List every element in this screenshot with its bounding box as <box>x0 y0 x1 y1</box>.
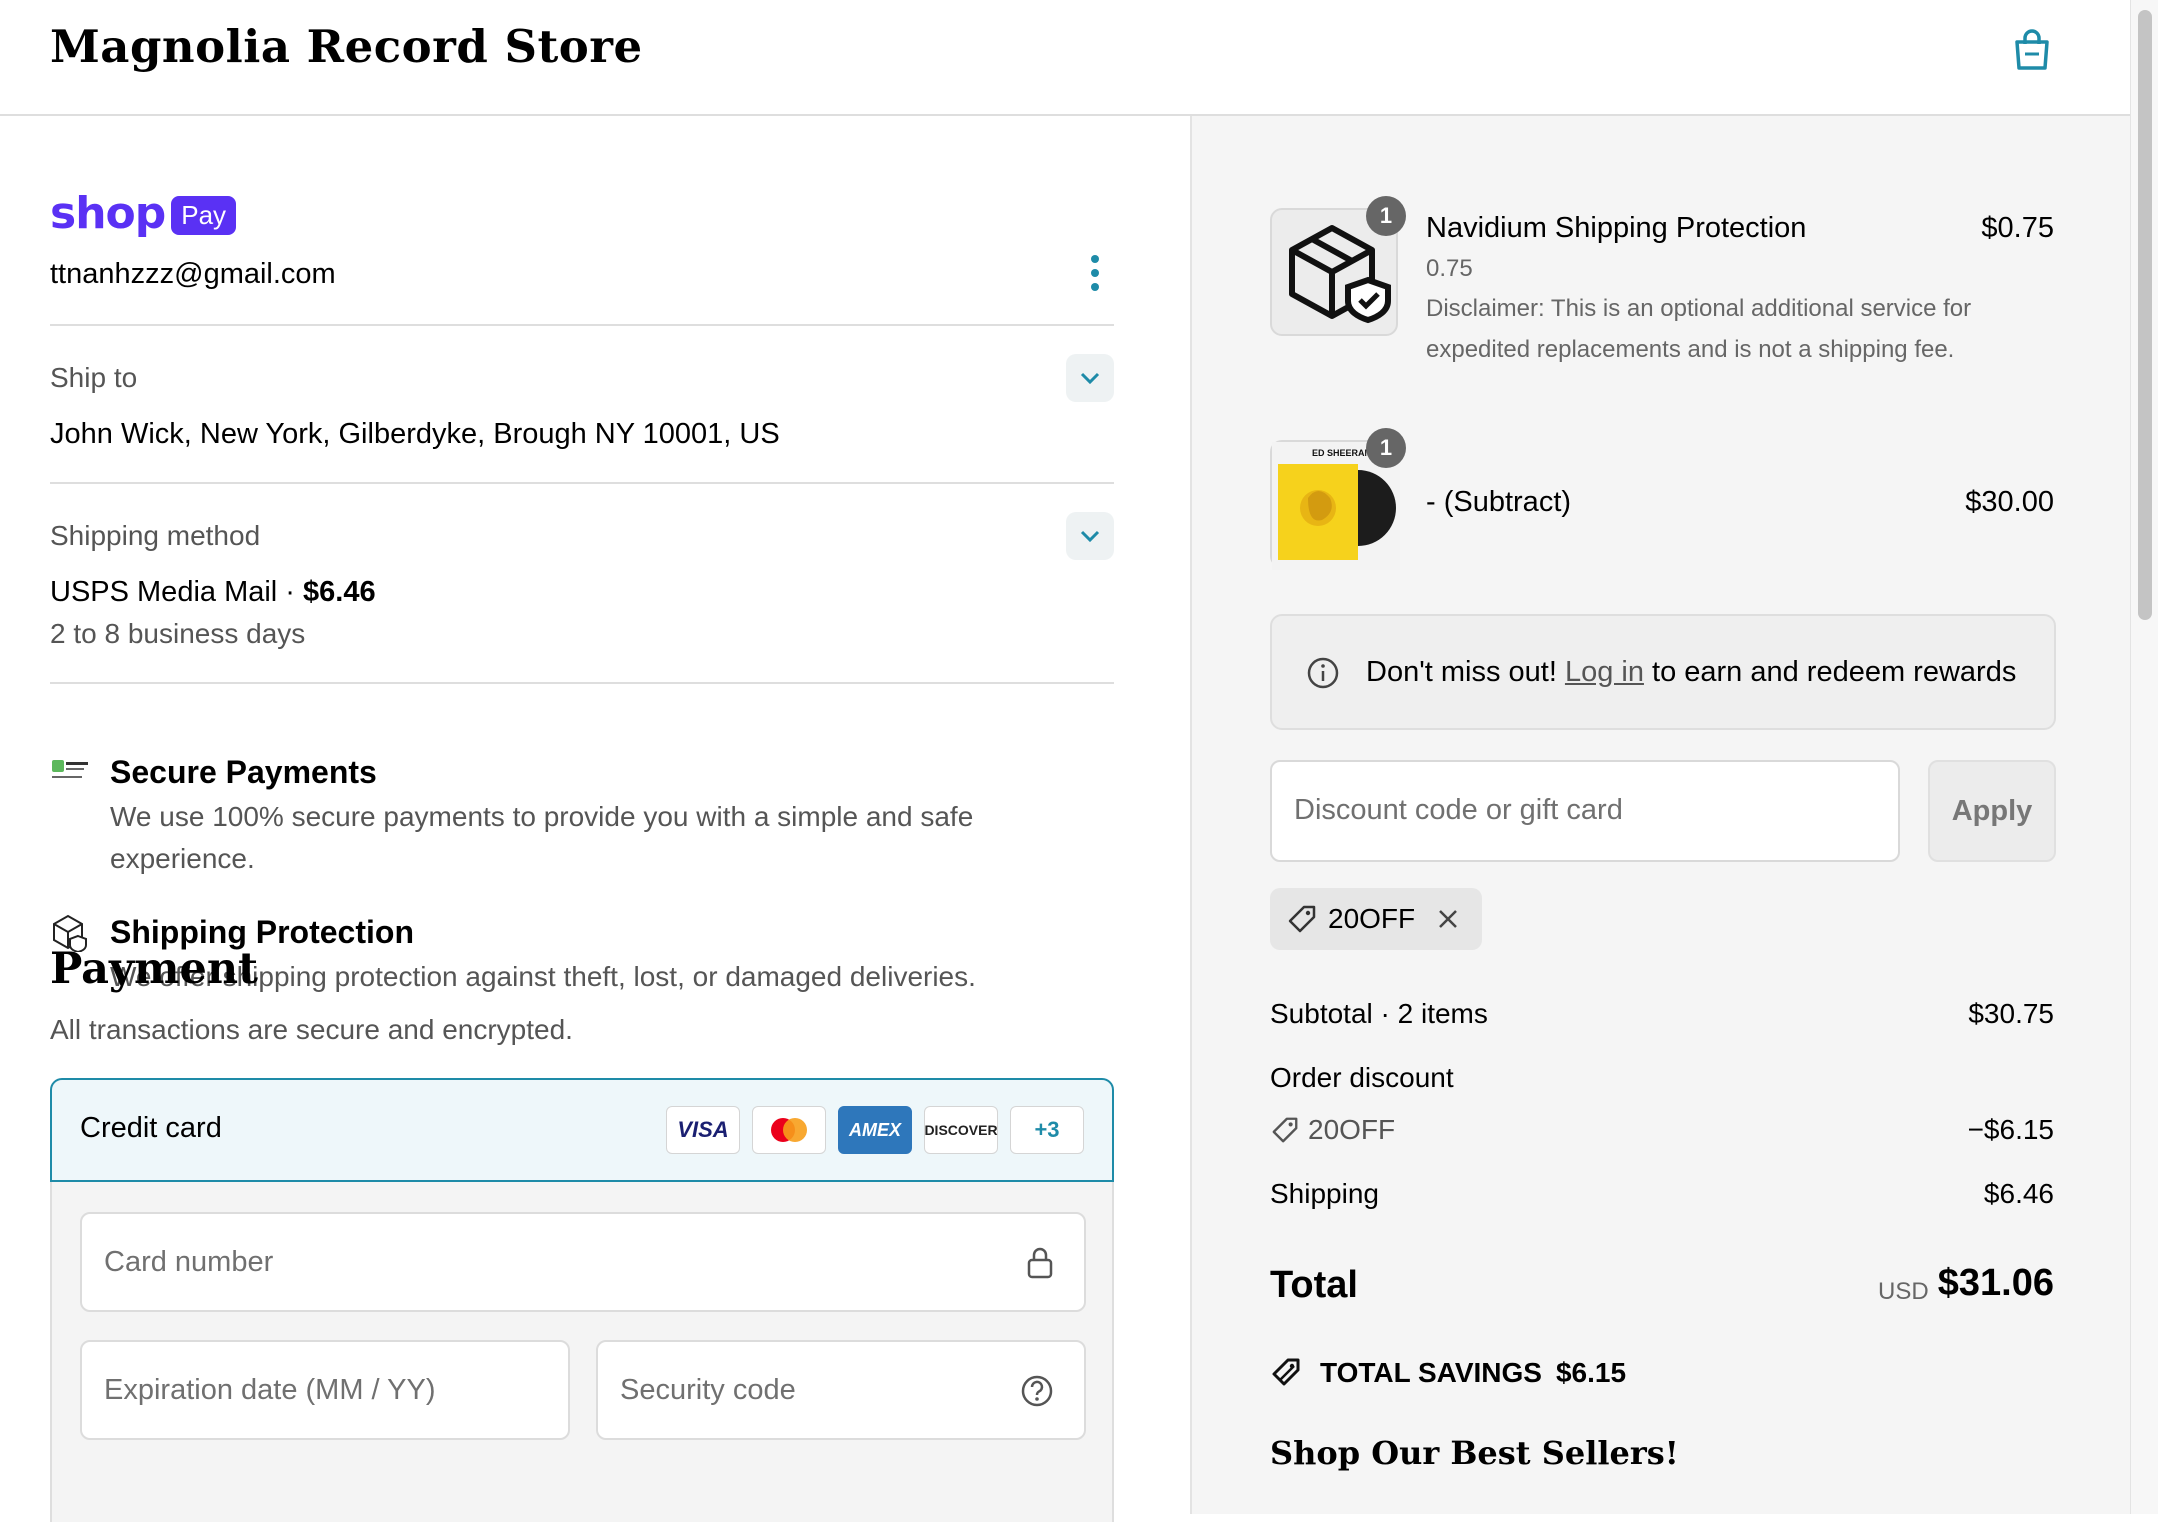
applied-discount-chip: 20OFF <box>1270 888 1482 950</box>
shipping-eta: 2 to 8 business days <box>50 618 306 649</box>
shipping-method-price: $6.46 <box>303 576 376 608</box>
remove-discount-icon[interactable] <box>1435 906 1461 932</box>
expiry-date-field[interactable]: Expiration date (MM / YY) <box>80 1340 570 1440</box>
order-discount-label: Order discount <box>1270 1062 1454 1093</box>
lock-icon <box>1027 1247 1053 1279</box>
subtotal-label: Subtotal · 2 items <box>1270 998 1488 1029</box>
order-summary-column: 1 Navidium Shipping Protection $0.75 0.7… <box>1190 116 2130 1514</box>
credit-card-option[interactable]: Credit card VISA AMEX DISCOVER +3 <box>50 1078 1114 1182</box>
total-savings: TOTAL SAVINGS $6.15 <box>1270 1356 1626 1390</box>
apply-discount-button[interactable]: Apply <box>1928 760 2056 862</box>
account-email: ttnanhzzz@gmail.com <box>50 258 336 290</box>
rewards-prefix: Don't miss out! <box>1366 656 1565 688</box>
shipping-value: $6.46 <box>1983 1178 2054 1209</box>
quantity-badge: 1 <box>1366 428 1406 468</box>
discover-icon: DISCOVER <box>924 1106 998 1154</box>
ship-to-expand-button[interactable] <box>1066 354 1114 402</box>
album-artist-label: ED SHEERAN <box>1312 448 1372 458</box>
mastercard-icon <box>752 1106 826 1154</box>
discount-code-row: 20OFF <box>1270 1114 1395 1146</box>
rewards-banner: Don't miss out! Log in to earn and redee… <box>1270 614 2056 730</box>
feature-title: Secure Payments <box>110 754 377 790</box>
feature-description: We use 100% secure payments to provide y… <box>110 801 974 874</box>
divider <box>50 482 1114 484</box>
security-code-placeholder: Security code <box>620 1374 796 1406</box>
total-label: Total <box>1270 1264 1358 1306</box>
shipping-method-label: Shipping method <box>50 520 261 551</box>
divider <box>50 682 1114 684</box>
shipping-method-name: USPS Media Mail <box>50 576 278 608</box>
item-name: - (Subtract) <box>1426 486 1572 518</box>
shipping-method-separator: · <box>277 576 304 608</box>
chevron-down-icon <box>1080 530 1100 543</box>
savings-label: TOTAL SAVINGS <box>1320 1357 1542 1388</box>
shop-wordmark: shop <box>50 188 166 239</box>
rewards-text: Don't miss out! Log in to earn and redee… <box>1366 656 2016 689</box>
discount-value: −$6.15 <box>1967 1114 2054 1145</box>
discount-code-name: 20OFF <box>1308 1114 1396 1145</box>
discount-code-input[interactable]: Discount code or gift card <box>1270 760 1900 862</box>
total-value: $31.06 <box>1937 1262 2054 1304</box>
more-cards-badge: +3 <box>1010 1106 1084 1154</box>
shopping-bag-icon[interactable] <box>2008 26 2056 74</box>
product-thumbnail: ED SHEERAN 1 <box>1270 428 1406 570</box>
login-link[interactable]: Log in <box>1565 656 1644 688</box>
help-icon[interactable] <box>1020 1374 1054 1408</box>
expiry-date-placeholder: Expiration date (MM / YY) <box>104 1374 436 1406</box>
quantity-badge: 1 <box>1366 196 1406 236</box>
product-thumbnail: 1 <box>1270 196 1406 336</box>
subtotal-value: $30.75 <box>1968 998 2054 1029</box>
shipping-method-expand-button[interactable] <box>1066 512 1114 560</box>
credit-card-label: Credit card <box>80 1112 222 1144</box>
shipping-label: Shipping <box>1270 1178 1379 1209</box>
payment-subtitle: All transactions are secure and encrypte… <box>50 1014 573 1045</box>
divider <box>50 324 1114 326</box>
item-disclaimer: Disclaimer: This is an optional addition… <box>1426 295 1972 363</box>
item-price: $30.00 <box>1965 486 2054 518</box>
security-code-field[interactable]: Security code <box>596 1340 1086 1440</box>
credit-card-fields: Card number Expiration date (MM / YY) Se… <box>50 1182 1114 1522</box>
total-currency: USD <box>1878 1278 1929 1305</box>
more-options-icon[interactable] <box>1080 252 1110 294</box>
amex-icon: AMEX <box>838 1106 912 1154</box>
ship-to-address: John Wick, New York, Gilberdyke, Brough … <box>50 418 780 450</box>
best-sellers-heading: Shop Our Best Sellers! <box>1270 1434 1679 1472</box>
item-price: $0.75 <box>1981 212 2054 244</box>
card-number-field[interactable]: Card number <box>80 1212 1086 1312</box>
rewards-suffix: to earn and redeem rewards <box>1643 656 2017 688</box>
discount-code-placeholder: Discount code or gift card <box>1294 794 1623 826</box>
chevron-down-icon <box>1080 372 1100 385</box>
shopify-payments-icon <box>52 760 88 778</box>
scrollbar-thumb[interactable] <box>2138 10 2152 620</box>
visa-icon: VISA <box>666 1106 740 1154</box>
shop-pay-logo: shop Pay <box>50 188 237 239</box>
tag-icon <box>1288 905 1316 933</box>
shipping-method-value: USPS Media Mail · $6.46 <box>50 576 376 609</box>
site-header: Magnolia Record Store <box>0 0 2130 116</box>
ship-to-label: Ship to <box>50 362 138 393</box>
pay-badge: Pay <box>171 196 237 235</box>
savings-tag-icon <box>1272 1358 1300 1386</box>
item-name: Navidium Shipping Protection <box>1426 212 1807 244</box>
applied-discount-code: 20OFF <box>1328 903 1416 934</box>
savings-value: $6.15 <box>1555 1357 1627 1388</box>
item-variant: 0.75 <box>1426 255 1473 282</box>
payment-heading: Payment <box>50 944 259 994</box>
tag-icon <box>1272 1117 1298 1143</box>
card-number-placeholder: Card number <box>104 1246 274 1278</box>
info-icon <box>1307 657 1339 689</box>
store-title[interactable]: Magnolia Record Store <box>50 20 643 73</box>
